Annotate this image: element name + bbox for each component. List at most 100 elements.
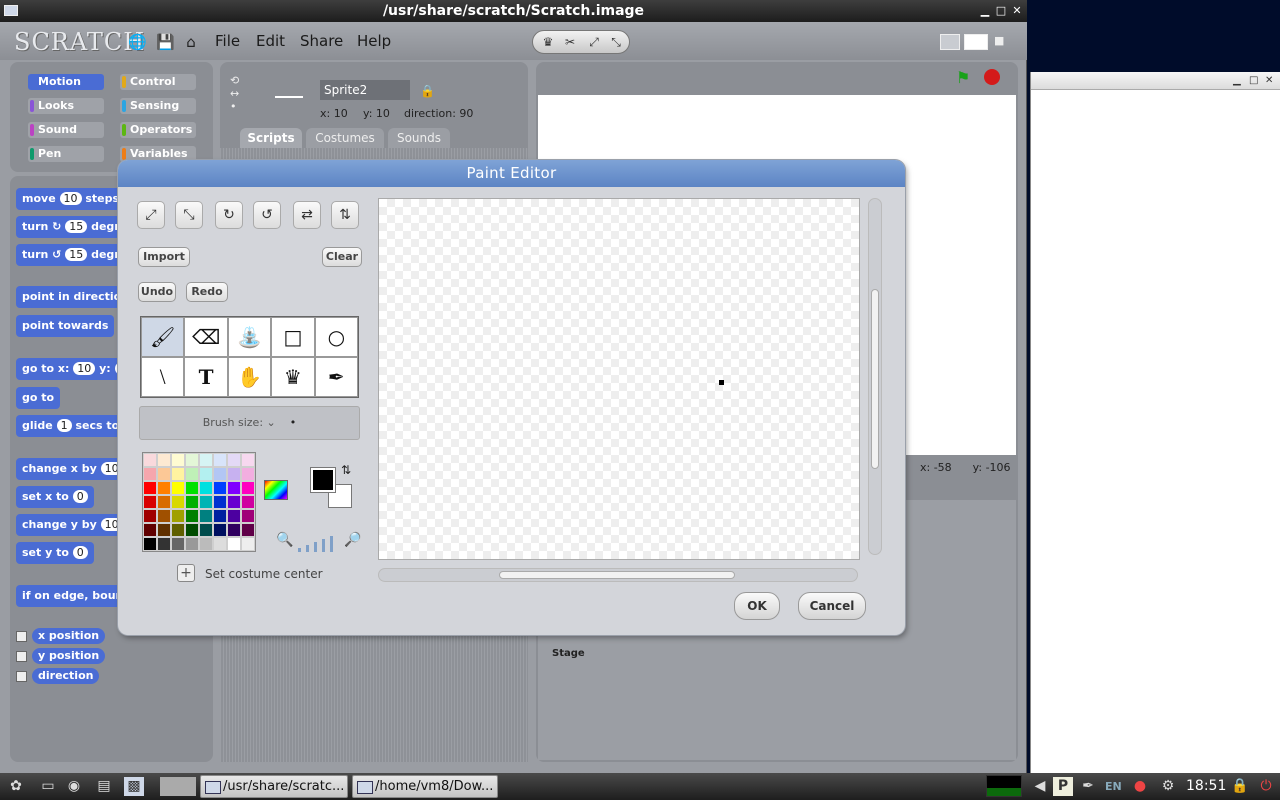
rectangle-icon[interactable]: □: [271, 317, 315, 357]
palette-swatch[interactable]: [171, 467, 185, 481]
task-home-folder[interactable]: /home/vm8/Dow...: [352, 775, 498, 798]
palette-swatch[interactable]: [241, 537, 255, 551]
palette-swatch[interactable]: [157, 481, 171, 495]
start-menu-icon[interactable]: ✿: [6, 777, 26, 796]
line-icon[interactable]: ⧵: [141, 357, 185, 397]
undo-button[interactable]: Undo: [138, 282, 176, 302]
reporter-x-position[interactable]: x position: [32, 628, 106, 644]
palette-swatch[interactable]: [143, 453, 157, 467]
palette-swatch[interactable]: [199, 509, 213, 523]
palette-swatch[interactable]: [241, 523, 255, 537]
title-bar[interactable]: /usr/share/scratch/Scratch.image ▁ □ ✕: [0, 0, 1027, 22]
palette-swatch[interactable]: [241, 467, 255, 481]
palette-swatch[interactable]: [213, 453, 227, 467]
palette-swatch[interactable]: [199, 495, 213, 509]
search-icon[interactable]: ✒: [1078, 777, 1098, 796]
duplicate-stamp-icon[interactable]: ♛: [539, 34, 557, 50]
palette-swatch[interactable]: [185, 537, 199, 551]
background-window[interactable]: ▁ □ ✕: [1030, 72, 1280, 773]
palette-swatch[interactable]: [227, 453, 241, 467]
palette-swatch[interactable]: [171, 481, 185, 495]
keyboard-layout[interactable]: EN: [1105, 780, 1122, 793]
palette-swatch[interactable]: [241, 495, 255, 509]
palette-swatch[interactable]: [171, 509, 185, 523]
palette-swatch[interactable]: [157, 453, 171, 467]
palette-swatch[interactable]: [227, 523, 241, 537]
bg-maximize-icon[interactable]: □: [1249, 75, 1258, 86]
file-manager-icon[interactable]: ▤: [94, 777, 114, 796]
palette-swatch[interactable]: [185, 523, 199, 537]
palette-swatch[interactable]: [227, 537, 241, 551]
presentation-mode-icon[interactable]: ■: [994, 34, 1010, 50]
vertical-scroll-thumb[interactable]: [871, 289, 879, 469]
palette-swatch[interactable]: [199, 467, 213, 481]
checkbox-y-position[interactable]: [16, 651, 27, 662]
color-palette[interactable]: [142, 452, 256, 552]
palette-swatch[interactable]: [157, 495, 171, 509]
palette-swatch[interactable]: [227, 481, 241, 495]
palette-swatch[interactable]: [157, 509, 171, 523]
palette-swatch[interactable]: [143, 509, 157, 523]
ok-button[interactable]: OK: [734, 592, 780, 620]
block-point-towards[interactable]: point towards: [16, 315, 115, 337]
brush-size-panel[interactable]: Brush size: ⌄ •: [139, 406, 360, 440]
palette-swatch[interactable]: [143, 481, 157, 495]
task-scratch[interactable]: /usr/share/scratc...: [200, 775, 348, 798]
palette-swatch[interactable]: [143, 495, 157, 509]
reporter-direction[interactable]: direction: [32, 668, 100, 684]
shrink-icon[interactable]: ⤡: [607, 34, 625, 50]
eyedropper-icon[interactable]: ✒: [314, 357, 358, 397]
crosshair-icon[interactable]: +: [177, 564, 195, 582]
terminal-icon[interactable]: ▩: [124, 777, 144, 796]
category-control[interactable]: Control: [120, 74, 196, 90]
rotation-style-icons[interactable]: ⟲ ↔ •: [230, 74, 239, 113]
shrink-image-icon[interactable]: ⤡: [175, 201, 203, 229]
menu-share[interactable]: Share: [300, 32, 343, 50]
stamp-icon[interactable]: ♛: [271, 357, 315, 397]
set-costume-center-label[interactable]: Set costume center: [205, 567, 323, 581]
palette-swatch[interactable]: [185, 495, 199, 509]
chevron-down-icon[interactable]: ⌄: [267, 416, 276, 429]
reporter-y-position[interactable]: y position: [32, 648, 106, 664]
block-set-x[interactable]: set x to 0: [16, 486, 94, 508]
palette-swatch[interactable]: [171, 523, 185, 537]
select-icon[interactable]: ✋: [227, 357, 272, 397]
save-icon[interactable]: 💾: [156, 33, 175, 51]
volume-icon[interactable]: ◀: [1030, 777, 1050, 796]
color-spectrum-icon[interactable]: [264, 480, 288, 500]
palette-swatch[interactable]: [143, 537, 157, 551]
swap-colors-icon[interactable]: ⇅: [341, 463, 351, 477]
power-icon[interactable]: ⏻: [1256, 777, 1276, 796]
category-motion[interactable]: Motion: [28, 74, 104, 90]
palette-swatch[interactable]: [241, 453, 255, 467]
tab-costumes[interactable]: Costumes: [306, 128, 384, 148]
palette-swatch[interactable]: [213, 537, 227, 551]
minimize-button[interactable]: ▁: [978, 4, 992, 18]
palette-swatch[interactable]: [199, 481, 213, 495]
close-button[interactable]: ✕: [1010, 4, 1024, 18]
palette-swatch[interactable]: [213, 495, 227, 509]
language-globe-icon[interactable]: 🌐: [128, 33, 147, 51]
zoom-level-bars[interactable]: [298, 536, 338, 552]
palette-swatch[interactable]: [227, 467, 241, 481]
palette-swatch[interactable]: [213, 509, 227, 523]
category-sensing[interactable]: Sensing: [120, 98, 196, 114]
flip-vertical-icon[interactable]: ⇅: [331, 201, 359, 229]
ellipse-icon[interactable]: ○: [314, 317, 358, 357]
cancel-button[interactable]: Cancel: [798, 592, 866, 620]
green-flag-icon[interactable]: ⚑: [956, 68, 970, 87]
block-change-y[interactable]: change y by 10: [16, 514, 129, 536]
bg-close-icon[interactable]: ✕: [1265, 75, 1273, 86]
palette-swatch[interactable]: [185, 481, 199, 495]
palette-swatch[interactable]: [199, 523, 213, 537]
checkbox-x-position[interactable]: [16, 631, 27, 642]
rotate-right-icon[interactable]: ↻: [215, 201, 243, 229]
checkbox-direction[interactable]: [16, 671, 27, 682]
browser-icon[interactable]: ◉: [64, 777, 84, 796]
normal-stage-icon[interactable]: [964, 34, 988, 50]
clear-button[interactable]: Clear: [322, 247, 362, 267]
eraser-icon[interactable]: ⌫: [184, 317, 228, 357]
tab-sounds[interactable]: Sounds: [388, 128, 450, 148]
block-go-to[interactable]: go to: [16, 387, 61, 409]
paintbrush-icon[interactable]: 🖌: [141, 317, 185, 357]
